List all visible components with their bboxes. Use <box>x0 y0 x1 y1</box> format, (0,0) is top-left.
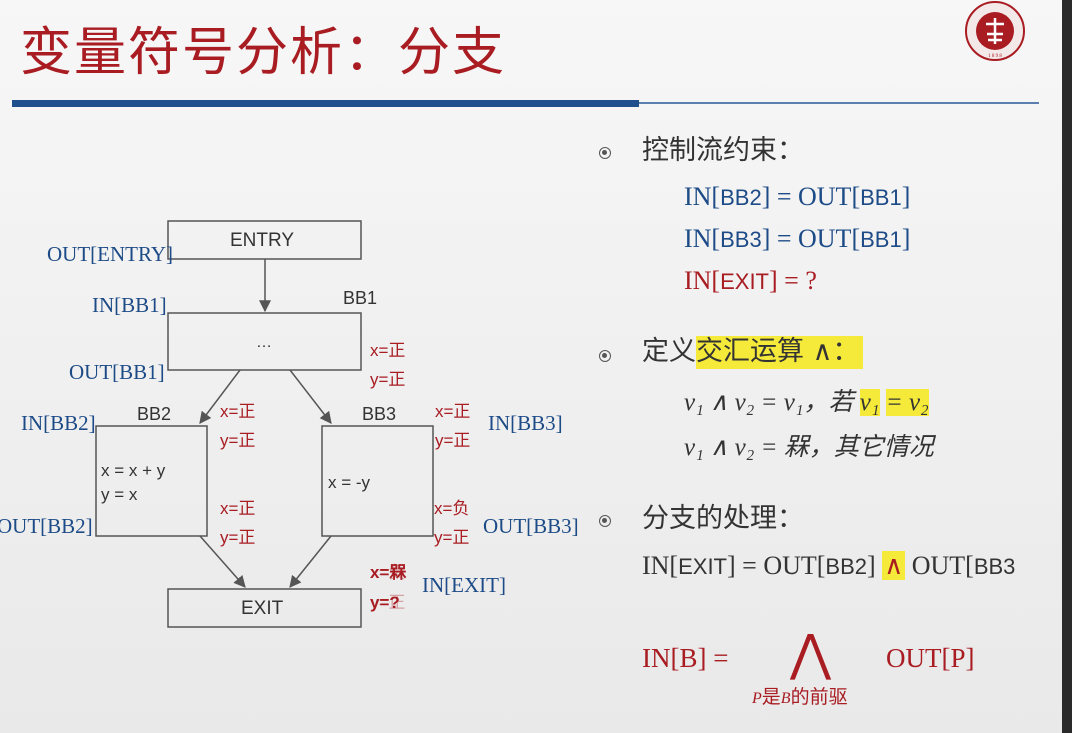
window-edge <box>1062 0 1072 733</box>
bb2-code-line1: x = x + y <box>101 461 166 480</box>
label-out-bb2: OUT[BB2] <box>0 514 93 538</box>
meet-rule-eq-highlight: = v₂ <box>885 389 929 416</box>
value-out-bb2-y: y=正 <box>220 528 256 547</box>
label-out-bb3: OUT[BB3] <box>483 514 579 538</box>
bullet-icon <box>599 515 611 527</box>
bb2-code-line2: y = x <box>101 485 138 504</box>
bullet-icon <box>599 350 611 362</box>
formula-big-wedge: ⋀ <box>790 625 832 681</box>
slide: 变量符号分析：分支 1 8 9 8 ENTRY BB1 … BB2 x = x … <box>0 0 1062 733</box>
branch-eq-wedge-highlight: ∧ <box>882 551 906 580</box>
value-in-bb2-y: y=正 <box>220 431 256 450</box>
formula-lhs: IN[B] = <box>642 643 729 673</box>
bb3-code: x = -y <box>328 473 371 492</box>
formula-rhs: OUT[P] <box>886 643 975 673</box>
value-out-bb3-x: x=负 <box>434 499 470 518</box>
meet-rule-2: v₁ ∧ v₂ = 槑，其它情况 <box>684 434 934 461</box>
constraint-eq-2: IN[BB3] = OUT[BB1] <box>684 224 911 253</box>
meet-rule-v1-highlight: v₁ <box>859 389 880 416</box>
meet-heading-highlight: 交汇运算 ∧： <box>696 336 864 369</box>
label-in-exit: IN[EXIT] <box>422 573 506 597</box>
value-exit-y: y=? <box>370 593 400 612</box>
value-in-bb2-x: x=正 <box>220 402 256 421</box>
bb1-body: … <box>256 334 272 351</box>
branch-heading: 分支的处理： <box>642 503 804 534</box>
value-exit-x: x=槑 <box>370 563 407 582</box>
branch-eq: IN[EXIT] = OUT[BB2] ∧ OUT[BB3 <box>642 551 1016 580</box>
edge-bb3-exit <box>289 535 332 588</box>
value-in-bb3-x: x=正 <box>435 402 471 421</box>
value-in-bb3-y: y=正 <box>435 431 471 450</box>
entry-label: ENTRY <box>230 230 295 251</box>
label-in-bb2: IN[BB2] <box>21 411 96 435</box>
value-out-bb1-y: y=正 <box>370 370 406 389</box>
edge-bb1-bb3 <box>289 369 332 424</box>
constraint-eq-1: IN[BB2] = OUT[BB1] <box>684 182 911 211</box>
label-out-bb1: OUT[BB1] <box>69 360 165 384</box>
exit-label: EXIT <box>241 598 284 619</box>
bb1-label: BB1 <box>343 288 378 308</box>
formula-subscript: P是B的前驱 <box>752 686 848 708</box>
bullet-icon <box>599 147 611 159</box>
value-out-bb2-x: x=正 <box>220 499 256 518</box>
meet-rule-1: v₁ ∧ v₂ = v₁，若 v₁ = v₂ <box>684 389 929 416</box>
bb2-node <box>95 425 208 537</box>
meet-heading: 定义交汇运算 ∧： <box>642 336 864 369</box>
bb2-label: BB2 <box>137 404 172 424</box>
label-in-bb3: IN[BB3] <box>488 411 563 435</box>
label-out-entry: OUT[ENTRY] <box>47 242 173 266</box>
constraint-heading: 控制流约束： <box>642 135 804 166</box>
value-out-bb1-x: x=正 <box>370 341 406 360</box>
constraint-eq-3: IN[EXIT] = ? <box>684 266 817 295</box>
bb3-label: BB3 <box>362 404 397 424</box>
value-out-bb3-y: y=正 <box>434 528 470 547</box>
label-in-bb1: IN[BB1] <box>92 293 167 317</box>
